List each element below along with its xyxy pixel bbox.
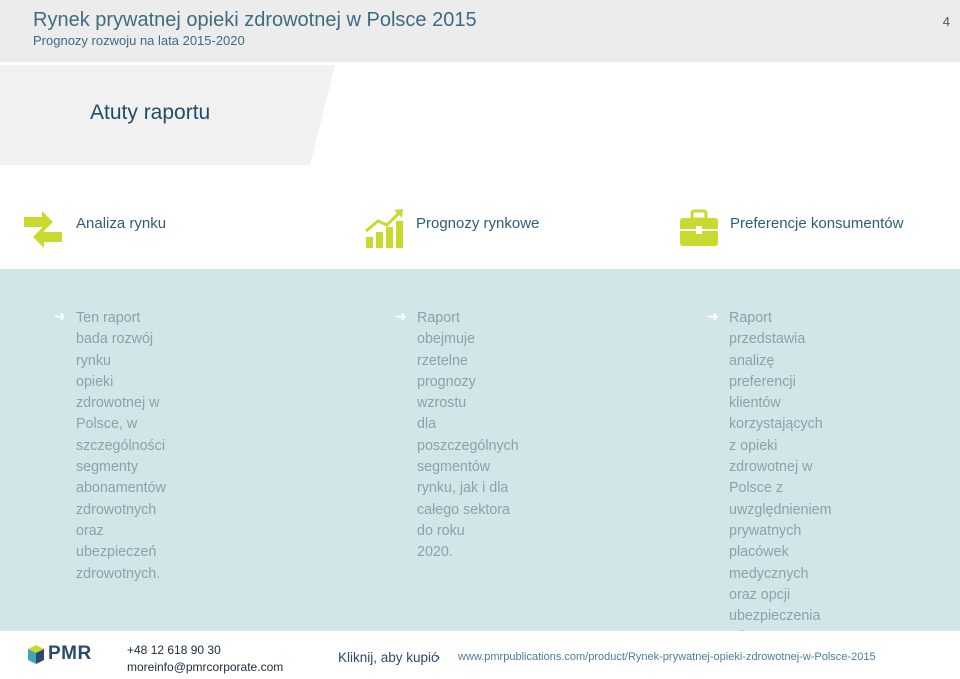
arrow-bullet-icon: ➜ <box>395 308 407 324</box>
page-number: 4 <box>942 14 950 29</box>
category-label: Analiza rynku <box>76 215 167 232</box>
column-text: Raport przedstawia analizę preferencji k… <box>729 310 832 645</box>
report-subtitle: Prognozy rozwoju na lata 2015-2020 <box>33 33 245 48</box>
product-url-link[interactable]: www.pmrpublications.com/product/Rynek-pr… <box>458 651 876 663</box>
page-footer: PMR +48 12 618 90 30 moreinfo@pmrcorpora… <box>0 631 960 679</box>
contact-phone[interactable]: +48 12 618 90 30 <box>127 643 221 657</box>
arrow-bullet-icon: ➜ <box>707 308 719 324</box>
arrow-bullet-icon: ➜ <box>54 308 66 324</box>
category-label: Prognozy rynkowe <box>416 215 540 232</box>
section-title: Atuty raportu <box>90 101 211 124</box>
briefcase-icon <box>680 209 718 246</box>
growth-chart-icon <box>365 209 403 248</box>
contact-email[interactable]: moreinfo@pmrcorporate.com <box>127 660 283 674</box>
chevron-right-icon[interactable]: › <box>436 650 440 664</box>
buy-link[interactable]: Kliknij, aby kupić <box>338 650 438 665</box>
category-label: Preferencje konsumentów <box>730 215 904 232</box>
column-text: Ten raport bada rozwój rynku opieki zdro… <box>76 310 166 582</box>
column-text: Raport obejmuje rzetelne prognozy wzrost… <box>417 310 519 561</box>
section-banner: Atuty raportu <box>0 65 960 165</box>
report-title: Rynek prywatnej opieki zdrowotnej w Pols… <box>33 9 477 31</box>
logo-text: PMR <box>48 643 92 664</box>
page-header: Rynek prywatnej opieki zdrowotnej w Pols… <box>0 0 960 62</box>
exchange-arrows-icon <box>24 211 62 248</box>
